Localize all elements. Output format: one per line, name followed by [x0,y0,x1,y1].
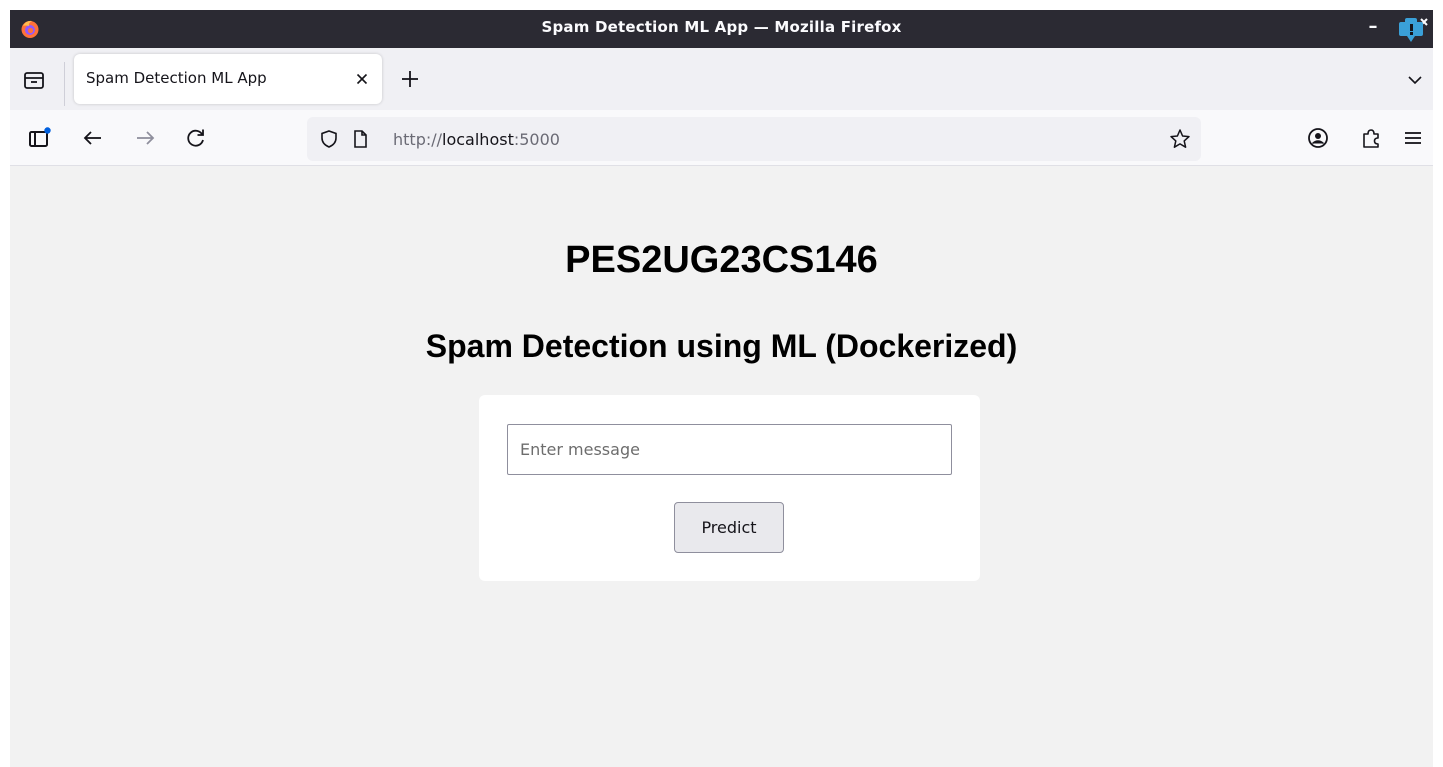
tab-list-icon[interactable] [22,69,46,91]
back-arrow-icon[interactable] [81,126,105,150]
account-icon[interactable] [1306,126,1330,150]
prediction-form-card: Predict [479,395,980,581]
extensions-icon[interactable] [1359,126,1383,150]
forward-arrow-icon[interactable] [133,126,157,150]
window-title: Spam Detection ML App — Mozilla Firefox [541,18,902,36]
predict-button[interactable]: Predict [674,502,784,553]
page-icon[interactable] [350,129,370,149]
page-subtitle: Spam Detection using ML (Dockerized) [425,328,1018,364]
new-tab-icon[interactable] [398,67,422,91]
close-icon[interactable] [1395,14,1429,44]
menu-icon[interactable] [1401,126,1425,150]
page-content: PES2UG23CS146 Spam Detection using ML (D… [10,166,1433,767]
url-text[interactable]: http://localhost:5000 [393,130,560,149]
page-title: PES2UG23CS146 [565,239,878,281]
tab-strip: Spam Detection ML App [10,48,1433,110]
minimize-icon[interactable]: – [1365,16,1381,38]
tab-label: Spam Detection ML App [86,69,267,87]
navigation-toolbar: http://localhost:5000 [10,110,1433,166]
tab-spam-detection[interactable]: Spam Detection ML App [74,54,382,104]
tabstrip-divider [64,62,65,106]
window-titlebar: Spam Detection ML App — Mozilla Firefox … [10,10,1433,48]
sidebar-icon[interactable] [28,126,52,150]
tab-close-icon[interactable] [352,69,372,89]
chevron-down-icon[interactable] [1405,70,1425,90]
url-host: localhost [442,130,514,149]
star-icon[interactable] [1169,128,1191,150]
reload-icon[interactable] [184,126,208,150]
message-input[interactable] [507,424,952,475]
url-bar[interactable]: http://localhost:5000 [307,117,1201,161]
shield-icon[interactable] [319,129,339,149]
url-port: :5000 [513,130,560,149]
url-scheme: http:// [393,130,443,149]
